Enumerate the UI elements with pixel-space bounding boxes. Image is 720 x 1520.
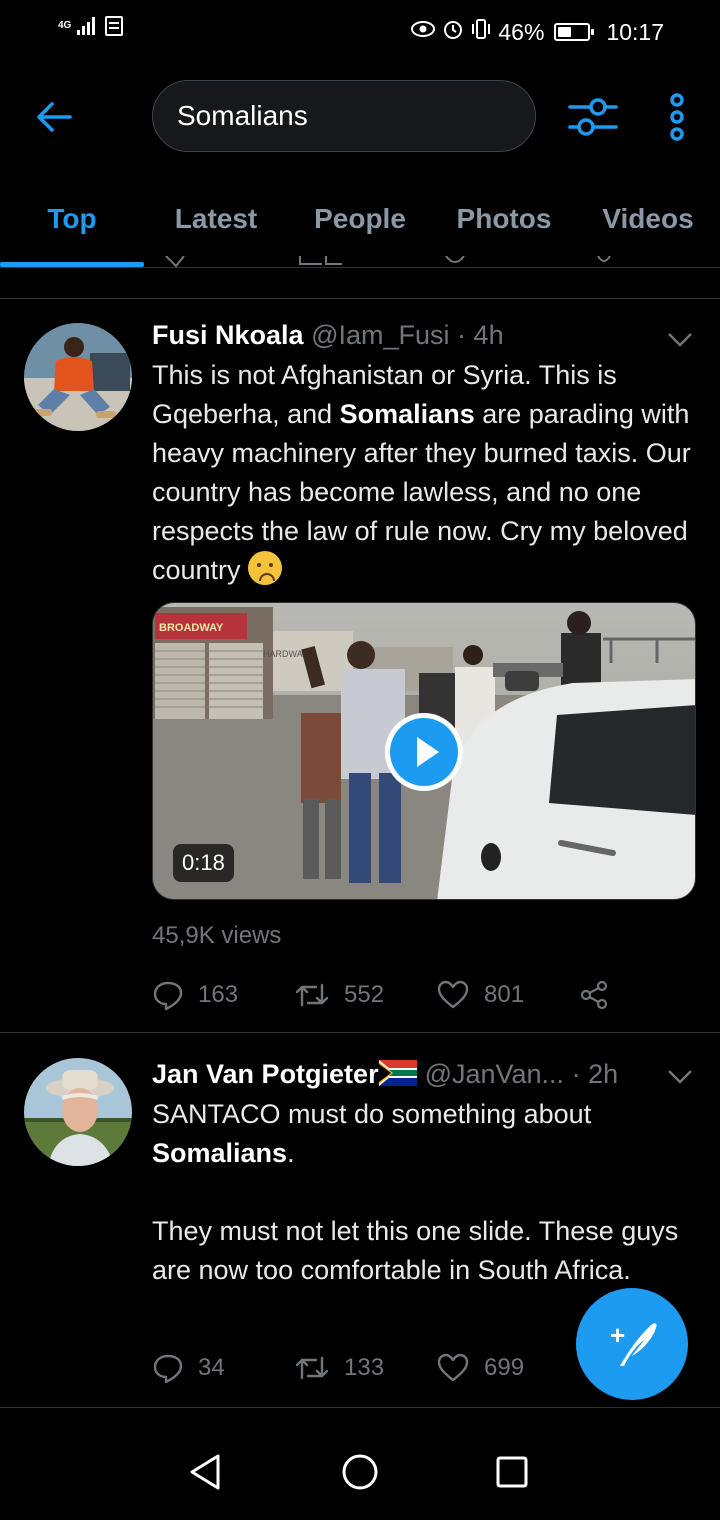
retweet-icon xyxy=(295,983,329,1007)
reply-icon xyxy=(153,1354,183,1384)
video-sign-text: HARDWA xyxy=(263,649,303,659)
tweet-text-paragraph: They must not let this one slide. These … xyxy=(152,1216,679,1285)
retweet-icon xyxy=(295,1356,329,1380)
reply-icon xyxy=(153,981,183,1011)
system-nav-bar xyxy=(0,1410,720,1520)
status-left: 4G xyxy=(58,16,124,36)
avatar[interactable] xyxy=(24,1058,132,1166)
tweet-author-handle[interactable]: @JanVan... xyxy=(425,1059,564,1089)
search-box[interactable] xyxy=(152,80,536,152)
video-duration: 0:18 xyxy=(173,844,234,882)
tweet-author-name[interactable]: Jan Van Potgieter xyxy=(152,1059,379,1089)
search-input[interactable] xyxy=(153,81,535,151)
compose-plus: + xyxy=(610,1320,625,1350)
play-button[interactable] xyxy=(385,713,463,791)
battery-icon xyxy=(554,23,595,41)
tweet-text: SANTACO must do something about Somalian… xyxy=(152,1095,697,1173)
like-count: 699 xyxy=(484,1354,525,1381)
reply-button[interactable]: 163 xyxy=(152,975,238,1015)
like-button[interactable]: 699 xyxy=(436,1348,524,1388)
heart-icon xyxy=(437,980,469,1009)
alarm-icon xyxy=(442,18,464,46)
vibrate-icon xyxy=(470,17,492,47)
reply-count: 163 xyxy=(198,981,239,1008)
search-header xyxy=(0,62,720,172)
reply-count: 34 xyxy=(198,1354,225,1381)
back-triangle-icon[interactable] xyxy=(184,1450,228,1494)
network-type: 4G xyxy=(58,20,72,31)
retweet-count: 552 xyxy=(344,981,385,1008)
share-button[interactable] xyxy=(578,975,610,1015)
previous-tweet-actions xyxy=(0,256,720,270)
more-vertical-icon[interactable] xyxy=(660,92,694,142)
divider xyxy=(0,1407,720,1408)
tweet-author-handle[interactable]: @Iam_Fusi xyxy=(311,320,449,350)
tweet-actions: 163 552 801 xyxy=(152,975,652,1015)
like-count: 801 xyxy=(484,981,525,1008)
tweet-time: 4h xyxy=(473,320,504,350)
view-count: 45,9K views xyxy=(152,922,282,949)
play-icon xyxy=(390,718,458,786)
home-circle-icon[interactable] xyxy=(338,1450,382,1494)
crying-face-emoji xyxy=(248,551,283,585)
video-sign-text: BROADWAY xyxy=(159,622,224,634)
clock: 10:17 xyxy=(606,18,664,45)
tweet-separator: · xyxy=(571,1059,581,1089)
compose-tweet-button[interactable]: + xyxy=(576,1288,688,1400)
tweet-time: 2h xyxy=(588,1059,619,1089)
tweet-separator: · xyxy=(457,320,467,350)
eye-icon xyxy=(410,19,436,45)
like-button[interactable]: 801 xyxy=(436,975,524,1015)
notification-icon xyxy=(105,16,124,36)
retweet-count: 133 xyxy=(344,1354,385,1381)
tweet-video[interactable]: BROADWAY HARDWA 0:18 xyxy=(152,602,696,900)
search-term-highlight: Somalians xyxy=(152,1138,288,1168)
search-term-highlight: Somalians xyxy=(339,399,475,429)
tweet-header: Fusi Nkoala @Iam_Fusi · 4h xyxy=(152,320,504,351)
recents-square-icon[interactable] xyxy=(490,1450,534,1494)
tweet-text-part: . xyxy=(287,1138,295,1168)
tweet[interactable]: Fusi Nkoala @Iam_Fusi · 4h This is not A… xyxy=(0,298,720,1032)
retweet-button[interactable]: 552 xyxy=(294,975,384,1015)
chevron-down-icon[interactable] xyxy=(666,1067,694,1087)
chevron-down-icon[interactable] xyxy=(666,330,694,350)
avatar[interactable] xyxy=(24,323,132,431)
share-icon xyxy=(580,980,608,1010)
south-africa-flag xyxy=(378,1060,417,1093)
status-bar: 4G 46% 10:17 xyxy=(0,0,720,62)
tweet-header: Jan Van Potgieter @JanVan... · 2h xyxy=(152,1059,618,1093)
reply-button[interactable]: 34 xyxy=(152,1348,225,1388)
battery-percent: 46% xyxy=(498,18,545,45)
back-arrow-icon[interactable] xyxy=(30,92,80,142)
filter-icon[interactable] xyxy=(566,90,620,144)
tweet-author-name[interactable]: Fusi Nkoala xyxy=(152,320,304,350)
signal-icon xyxy=(77,17,96,35)
tweet-text-part: SANTACO must do something about xyxy=(152,1099,592,1129)
tweet-text: This is not Afghanistan or Syria. This i… xyxy=(152,356,697,590)
heart-icon xyxy=(437,1353,469,1382)
compose-tweet-icon: + xyxy=(610,1320,657,1366)
retweet-button[interactable]: 133 xyxy=(294,1348,384,1388)
status-right: 46% 10:17 xyxy=(410,17,664,47)
